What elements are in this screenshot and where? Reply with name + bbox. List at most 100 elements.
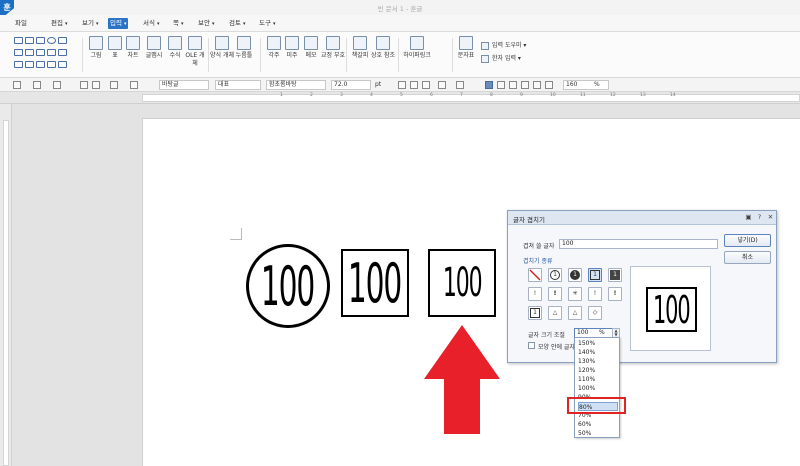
format-toolbar: 바탕글 대표 함초롬바탕 72.0 pt 160 % bbox=[0, 78, 800, 92]
type-burst[interactable]: ✳ bbox=[568, 287, 582, 301]
zoom-input[interactable]: 160 bbox=[563, 80, 609, 90]
size-option[interactable]: 110% bbox=[578, 375, 618, 384]
type-filled-triangle[interactable]: ! bbox=[548, 287, 562, 301]
type-filled-diamond[interactable]: ! bbox=[608, 287, 622, 301]
size-option[interactable]: 150% bbox=[578, 339, 618, 348]
font-color-icon[interactable] bbox=[456, 81, 464, 89]
enclosed-char-circle[interactable]: 100 bbox=[246, 244, 330, 328]
menu-file[interactable]: 파일 bbox=[13, 18, 29, 29]
align-split-icon[interactable] bbox=[545, 81, 553, 89]
inner-text-label: 모양 안에 글자 bbox=[538, 344, 575, 351]
open-icon[interactable] bbox=[33, 81, 41, 89]
overlap-text-input[interactable]: 100 bbox=[559, 239, 718, 249]
input-helper-button[interactable]: 입력 도우미 ▾ bbox=[481, 40, 526, 50]
inner-text-checkbox[interactable] bbox=[528, 342, 535, 349]
menu-bar: 파일 편집 ▾ 보기 ▾ 입력 ▾ 서식 ▾ 쪽 ▾ 보안 ▾ 검토 ▾ 도구 ▾ bbox=[0, 15, 800, 32]
cross-reference-button[interactable]: 상호 참조 bbox=[371, 36, 395, 60]
overlap-preview: 100 bbox=[630, 266, 711, 351]
size-option[interactable]: 140% bbox=[578, 348, 618, 357]
picture-icon bbox=[89, 36, 103, 50]
type-square-outline[interactable]: 1 bbox=[528, 306, 542, 320]
menu-format[interactable]: 서식 ▾ bbox=[141, 18, 161, 29]
type-square[interactable]: 1 bbox=[588, 268, 602, 282]
proof-mark-button[interactable]: 교정 부호 bbox=[321, 36, 345, 60]
align-center-icon[interactable] bbox=[509, 81, 517, 89]
type-none[interactable] bbox=[528, 268, 542, 282]
size-dropdown-list: 150% 140% 130% 120% 110% 100% 90% 80% 70… bbox=[574, 337, 620, 438]
italic-icon[interactable] bbox=[410, 81, 418, 89]
help-icon[interactable]: ? bbox=[755, 213, 764, 222]
enclosed-char-box-small[interactable]: 100 bbox=[428, 249, 496, 317]
insert-button[interactable]: 넣기(D) bbox=[724, 234, 771, 247]
cancel-button[interactable]: 취소 bbox=[724, 251, 771, 264]
menu-view[interactable]: 보기 ▾ bbox=[80, 18, 100, 29]
align-right-icon[interactable] bbox=[521, 81, 529, 89]
bookmark-icon bbox=[353, 36, 367, 50]
chart-icon bbox=[126, 36, 140, 50]
size-option[interactable]: 100% bbox=[578, 384, 618, 393]
dialog-title: 글자 겹치기 bbox=[513, 216, 545, 224]
save-icon[interactable] bbox=[53, 81, 61, 89]
size-option[interactable]: 120% bbox=[578, 366, 618, 375]
size-option[interactable]: 60% bbox=[578, 420, 618, 429]
font-size-input[interactable]: 72.0 bbox=[331, 80, 371, 90]
field-icon bbox=[237, 36, 251, 50]
type-filled-circle[interactable]: 1 bbox=[568, 268, 582, 282]
close-icon[interactable]: ✕ bbox=[766, 213, 775, 222]
menu-page[interactable]: 쪽 ▾ bbox=[171, 18, 186, 29]
table-icon bbox=[108, 36, 122, 50]
bold-icon[interactable] bbox=[398, 81, 406, 89]
type-circle[interactable]: 1 bbox=[548, 268, 562, 282]
language-select[interactable]: 대표 bbox=[215, 80, 261, 90]
strikethrough-icon[interactable] bbox=[438, 81, 446, 89]
ribbon: 그림 표 차트 글맵시 수식 OLE 개체 양식 개체 누름틀 각주 미주 메모… bbox=[0, 32, 800, 78]
menu-edit[interactable]: 편집 ▾ bbox=[49, 18, 69, 29]
type-diamond-2[interactable]: ◇ bbox=[588, 306, 602, 320]
undo-icon[interactable] bbox=[110, 81, 118, 89]
endnote-icon bbox=[285, 36, 299, 50]
redo-icon[interactable] bbox=[130, 81, 138, 89]
type-triangle-3[interactable]: △ bbox=[568, 306, 582, 320]
type-filled-square[interactable]: 1 bbox=[608, 268, 622, 282]
new-doc-icon[interactable] bbox=[13, 81, 21, 89]
type-triangle[interactable]: ! bbox=[528, 287, 542, 301]
dialog-titlebar: 글자 겹치기 ▣ ? ✕ bbox=[508, 211, 776, 225]
size-option[interactable]: 130% bbox=[578, 357, 618, 366]
align-justify-icon[interactable] bbox=[485, 81, 493, 89]
type-triangle-2[interactable]: △ bbox=[548, 306, 562, 320]
form-object-button[interactable]: 양식 개체 bbox=[210, 36, 234, 60]
align-left-icon[interactable] bbox=[497, 81, 505, 89]
menu-review[interactable]: 검토 ▾ bbox=[227, 18, 247, 29]
type-diamond[interactable]: ! bbox=[588, 287, 602, 301]
symbol-button[interactable]: 문자표 bbox=[454, 36, 478, 60]
footnote-icon bbox=[267, 36, 281, 50]
wordart-icon bbox=[147, 36, 161, 50]
size-adjust-label: 글자 크기 조절 bbox=[528, 332, 565, 339]
underline-icon[interactable] bbox=[422, 81, 430, 89]
shape-gallery[interactable] bbox=[14, 37, 80, 73]
horizontal-ruler[interactable]: 1 2 3 4 5 6 7 8 9 10 11 12 13 14 bbox=[0, 92, 800, 104]
menu-tools[interactable]: 도구 ▾ bbox=[257, 18, 277, 29]
enclosed-char-box[interactable]: 100 bbox=[341, 249, 409, 317]
align-distribute-icon[interactable] bbox=[533, 81, 541, 89]
field-button[interactable]: 누름틀 bbox=[232, 36, 256, 60]
size-option[interactable]: 50% bbox=[578, 429, 618, 438]
selection-highlight-annotation bbox=[567, 397, 626, 414]
preview-icon[interactable] bbox=[92, 81, 100, 89]
menu-security[interactable]: 보안 ▾ bbox=[196, 18, 216, 29]
margin-corner-mark bbox=[230, 228, 242, 240]
memo-button[interactable]: 메모 bbox=[299, 36, 323, 60]
print-icon[interactable] bbox=[80, 81, 88, 89]
vertical-ruler[interactable] bbox=[0, 104, 12, 466]
menu-insert[interactable]: 입력 ▾ bbox=[108, 18, 129, 29]
bookmark-button[interactable]: 책갈피 bbox=[348, 36, 372, 60]
font-select[interactable]: 함초롬바탕 bbox=[266, 80, 326, 90]
style-select[interactable]: 바탕글 bbox=[159, 80, 209, 90]
hanja-input-button[interactable]: 한자 입력 ▾ bbox=[481, 53, 521, 63]
hyperlink-button[interactable]: 하이퍼링크 bbox=[400, 36, 434, 60]
minimize-icon[interactable]: ▣ bbox=[744, 213, 753, 222]
overlap-type-grid: 1 1 1 1 ! ! ✳ ! ! 1 △ △ ◇ bbox=[528, 268, 625, 324]
hanja-icon bbox=[481, 54, 489, 63]
overlap-text-label: 겹쳐 쓸 글자 bbox=[523, 243, 555, 250]
ole-object-button[interactable]: OLE 개체 bbox=[183, 36, 207, 68]
